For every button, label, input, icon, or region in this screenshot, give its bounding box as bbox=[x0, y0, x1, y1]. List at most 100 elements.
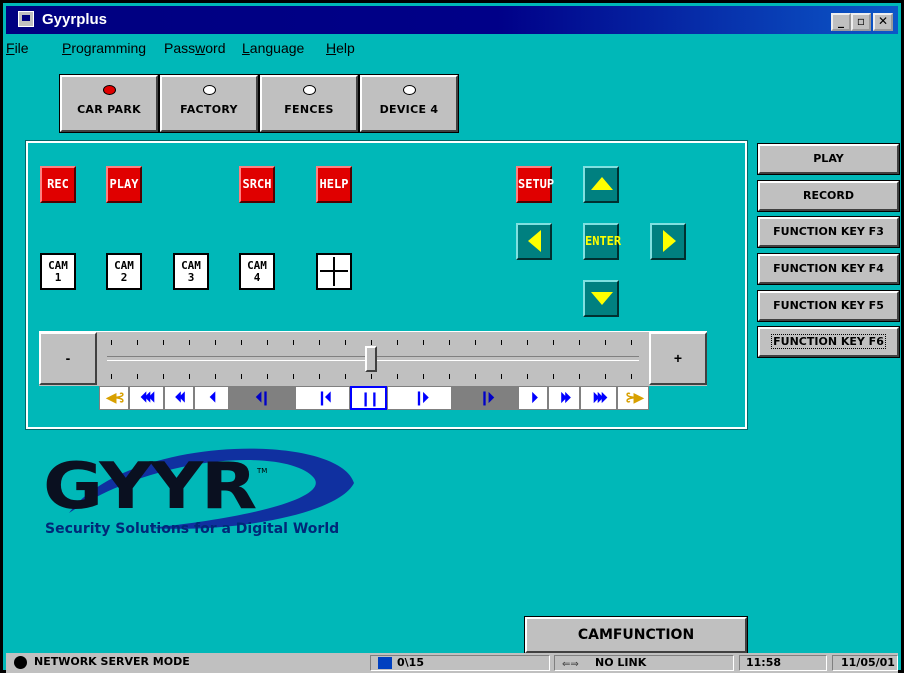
help-control-button[interactable]: HELP bbox=[316, 166, 352, 203]
fast-rewind-3-button[interactable]: ⏴⏴⏴ bbox=[129, 386, 164, 410]
cam-2-button[interactable]: CAM 2 bbox=[106, 253, 142, 290]
forward-end-icon[interactable]: ⊱▶ bbox=[617, 386, 649, 410]
fast-rewind-2-button[interactable]: ⏴⏴ bbox=[164, 386, 194, 410]
slider-tick bbox=[553, 374, 554, 379]
slider-tick bbox=[215, 374, 216, 379]
slider-tick bbox=[319, 340, 320, 345]
function-key-f6-button[interactable]: FUNCTION KEY F6 bbox=[757, 326, 900, 358]
slider-tick bbox=[111, 374, 112, 379]
slider-tick bbox=[527, 374, 528, 379]
mode-icon bbox=[14, 656, 27, 669]
cam-3-button[interactable]: CAM 3 bbox=[173, 253, 209, 290]
cam-4-button[interactable]: CAM 4 bbox=[239, 253, 275, 290]
pause-button[interactable]: ❙❙ bbox=[350, 386, 387, 410]
close-button[interactable]: ✕ bbox=[873, 13, 893, 31]
app-icon[interactable] bbox=[18, 11, 34, 27]
slider-tick bbox=[163, 374, 164, 379]
slider-tick bbox=[189, 340, 190, 345]
site-tab-car-park[interactable]: CAR PARK bbox=[59, 74, 159, 133]
nav-left-button[interactable] bbox=[516, 223, 552, 260]
slider-tick bbox=[137, 340, 138, 345]
site-label: CAR PARK bbox=[77, 103, 141, 116]
function-key-f4-button[interactable]: FUNCTION KEY F4 bbox=[757, 253, 900, 285]
step-forward-button[interactable]: ❙⏵ bbox=[387, 386, 452, 410]
slider-thumb[interactable] bbox=[365, 346, 377, 372]
slider-tick bbox=[423, 374, 424, 379]
slider-tick bbox=[241, 340, 242, 345]
slider-plus-button[interactable]: + bbox=[649, 332, 707, 385]
minimize-button[interactable]: _ bbox=[831, 13, 851, 31]
arrow-down-icon bbox=[591, 292, 613, 305]
fast-forward-3-button[interactable]: ⏵⏵⏵ bbox=[580, 386, 617, 410]
menu-file[interactable]: File bbox=[6, 40, 29, 56]
slider-tick bbox=[605, 374, 606, 379]
menu-help[interactable]: Help bbox=[326, 40, 355, 56]
camfunction-button[interactable]: CAMFUNCTION bbox=[524, 616, 748, 654]
setup-button[interactable]: SETUP bbox=[516, 166, 554, 203]
slider-tick bbox=[605, 340, 606, 345]
site-tab-factory[interactable]: FACTORY bbox=[159, 74, 259, 133]
menu-language[interactable]: Language bbox=[242, 40, 304, 56]
app-window: Gyyrplus _ ▫ ✕ File Programming Password… bbox=[0, 0, 904, 673]
slider-tick bbox=[631, 374, 632, 379]
svg-text:GYYR: GYYR bbox=[43, 450, 256, 524]
slider-tick bbox=[579, 340, 580, 345]
site-tab-fences[interactable]: FENCES bbox=[259, 74, 359, 133]
slider-tick bbox=[475, 340, 476, 345]
side-record-button[interactable]: RECORD bbox=[757, 180, 900, 212]
rec-button[interactable]: REC bbox=[40, 166, 76, 203]
arrow-right-icon bbox=[663, 230, 676, 252]
slow-rewind-button[interactable]: ⏴❙ bbox=[229, 386, 295, 410]
slider-tick bbox=[215, 340, 216, 345]
slider-tick bbox=[423, 340, 424, 345]
forward-button[interactable]: ⏵ bbox=[518, 386, 548, 410]
slider-tick bbox=[111, 340, 112, 345]
search-button[interactable]: SRCH bbox=[239, 166, 275, 203]
svg-text:TM: TM bbox=[256, 467, 267, 475]
slider-tick bbox=[189, 374, 190, 379]
rewind-button[interactable]: ⏴ bbox=[194, 386, 229, 410]
cam-1-button[interactable]: CAM 1 bbox=[40, 253, 76, 290]
link-icon: ⇐⇒ bbox=[562, 659, 579, 670]
site-label: FENCES bbox=[284, 103, 334, 116]
site-status-led bbox=[402, 85, 416, 95]
play-control-button[interactable]: PLAY bbox=[106, 166, 142, 203]
site-status-led bbox=[102, 85, 116, 95]
enter-button[interactable]: ENTER bbox=[583, 223, 621, 260]
status-mode: NETWORK SERVER MODE bbox=[34, 655, 190, 668]
nav-down-button[interactable] bbox=[583, 280, 619, 317]
slider-tick bbox=[267, 340, 268, 345]
nav-right-button[interactable] bbox=[650, 223, 686, 260]
status-link: NO LINK bbox=[554, 655, 734, 671]
site-status-led bbox=[202, 85, 216, 95]
quad-view-button[interactable] bbox=[316, 253, 352, 290]
window-title: Gyyrplus bbox=[42, 11, 108, 28]
status-count: 0\15 bbox=[370, 655, 550, 671]
menu-password[interactable]: Password bbox=[164, 40, 225, 56]
slider-tick bbox=[449, 374, 450, 379]
slider-tick bbox=[319, 374, 320, 379]
step-back-button[interactable]: ❙⏴ bbox=[295, 386, 350, 410]
slider-tick bbox=[553, 340, 554, 345]
slider-tick bbox=[293, 340, 294, 345]
site-tab-device-4[interactable]: DEVICE 4 bbox=[359, 74, 459, 133]
rewind-end-icon[interactable]: ◀⊰ bbox=[99, 386, 129, 410]
nav-up-button[interactable] bbox=[583, 166, 619, 203]
function-key-f3-button[interactable]: FUNCTION KEY F3 bbox=[757, 216, 900, 248]
slider-tick bbox=[631, 340, 632, 345]
function-key-f5-button[interactable]: FUNCTION KEY F5 bbox=[757, 290, 900, 322]
title-bar: Gyyrplus _ ▫ ✕ bbox=[6, 6, 898, 34]
slow-forward-button[interactable]: ❙⏵ bbox=[452, 386, 518, 410]
site-status-led bbox=[302, 85, 316, 95]
slider-tick bbox=[345, 374, 346, 379]
slider-tick bbox=[267, 374, 268, 379]
slider-tick bbox=[293, 374, 294, 379]
slider-tick bbox=[449, 340, 450, 345]
menu-programming[interactable]: Programming bbox=[62, 40, 146, 56]
slider-minus-button[interactable]: - bbox=[39, 332, 97, 385]
fast-forward-2-button[interactable]: ⏵⏵ bbox=[548, 386, 580, 410]
side-play-button[interactable]: PLAY bbox=[757, 143, 900, 175]
arrow-up-icon bbox=[591, 177, 613, 190]
slider-tick bbox=[137, 374, 138, 379]
restore-button[interactable]: ▫ bbox=[851, 13, 871, 31]
